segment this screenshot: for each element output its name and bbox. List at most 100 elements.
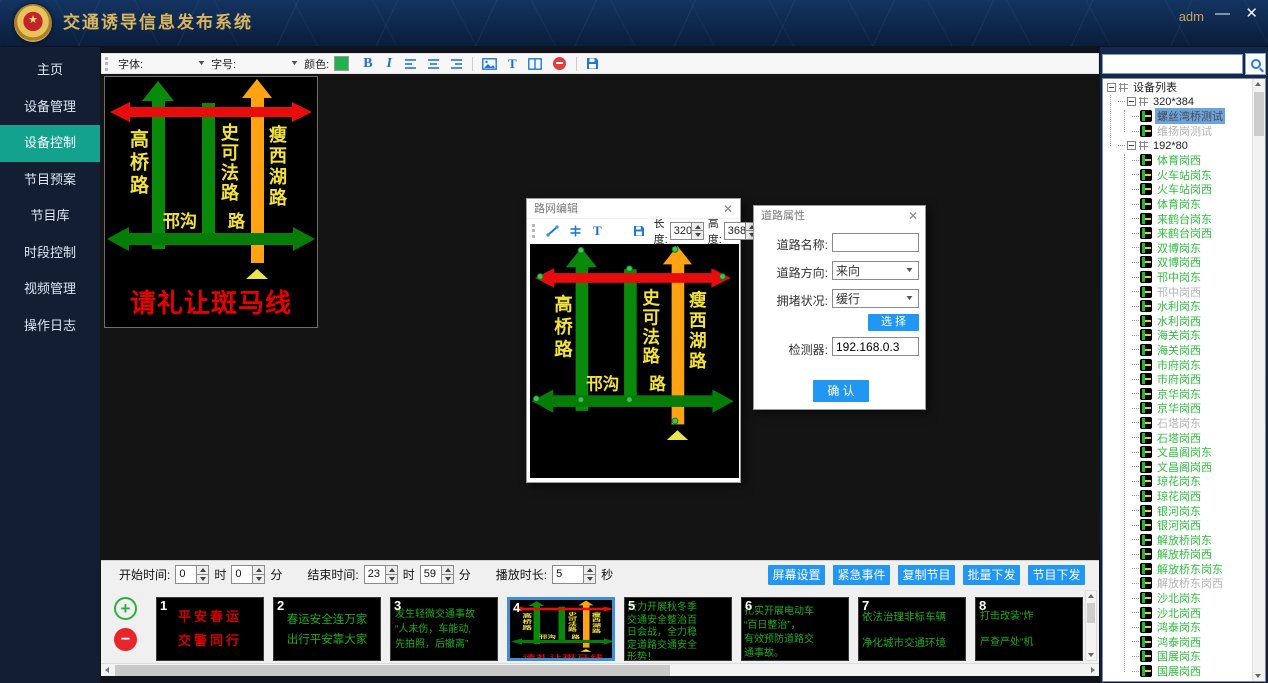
tree-device-row[interactable]: 邗中岗东 <box>1104 270 1251 285</box>
copy-program-button[interactable]: 复制节目 <box>898 565 955 585</box>
spinner-arrows[interactable] <box>691 223 703 239</box>
tree-device-row[interactable]: 海关岗东 <box>1104 328 1251 343</box>
program-send-button[interactable]: 节目下发 <box>1028 565 1085 585</box>
scroll-right-icon[interactable] <box>1086 664 1099 677</box>
sign-preview[interactable]: 高桥路 史可法路 瘦西湖路 邗沟 路 请礼让斑马线 <box>104 76 318 328</box>
tree-device-row[interactable]: 银河岗西 <box>1104 518 1251 533</box>
tree-device-row[interactable]: 解放桥岗东 <box>1104 532 1251 547</box>
tree-device-row[interactable]: 解放桥岗西 <box>1104 547 1251 562</box>
duration-spinner[interactable]: 5 <box>552 565 596 584</box>
length-spinner[interactable]: 320 <box>670 222 704 240</box>
tree-device-row[interactable]: 海关岗西 <box>1104 343 1251 358</box>
congestion-select[interactable]: 缓行 ▼ <box>832 289 919 308</box>
align-right-icon[interactable] <box>450 58 463 70</box>
playlist-vertical-scrollbar[interactable] <box>1085 590 1097 661</box>
tree-root-device-list[interactable]: 设备列表 <box>1104 80 1251 95</box>
font-family-select[interactable]: ▼ <box>145 56 207 72</box>
text-tool-button[interactable]: T <box>593 223 602 239</box>
tree-device-row[interactable]: 火车站岗西 <box>1104 182 1251 197</box>
playlist-item-6[interactable]: 6扎实开展电动车“百日整治”，有效预防道路交通事故。 <box>741 597 849 661</box>
sidebar-item-program-library[interactable]: 节目库 <box>0 198 100 235</box>
tree-device-row[interactable]: 水利岗东 <box>1104 299 1251 314</box>
tree-device-row[interactable]: 国展岗西 <box>1104 664 1251 679</box>
draw-line-icon[interactable] <box>546 225 559 237</box>
tree-device-row[interactable]: 国展岗东 <box>1104 649 1251 664</box>
font-size-select[interactable]: ▼ <box>238 56 300 72</box>
spinner-arrows[interactable] <box>385 566 397 583</box>
align-left-icon[interactable] <box>404 58 417 70</box>
road-control-point[interactable] <box>719 273 726 280</box>
scrollbar-thumb[interactable] <box>1087 603 1095 623</box>
road-name-input[interactable] <box>832 233 919 252</box>
tree-device-row[interactable]: 双博岗东 <box>1104 241 1251 256</box>
tree-device-row[interactable]: 琼花岗东 <box>1104 474 1251 489</box>
logged-in-user[interactable]: adm <box>1179 1 1204 33</box>
tree-vertical-scrollbar[interactable] <box>1252 79 1265 681</box>
spinner-arrows[interactable] <box>252 566 264 583</box>
toolbar-grip[interactable] <box>532 224 535 238</box>
insert-image-icon[interactable] <box>482 58 497 70</box>
tree-device-row[interactable]: 来鹤台岗东 <box>1104 211 1251 226</box>
road-control-point[interactable] <box>537 273 544 280</box>
tree-device-row[interactable]: 文昌阁岗西 <box>1104 459 1251 474</box>
road-control-point[interactable] <box>626 265 633 272</box>
tree-device-row[interactable]: 石塔岗西 <box>1104 430 1251 445</box>
scroll-up-icon[interactable] <box>1086 591 1096 602</box>
start-hour-spinner[interactable]: 0 <box>175 565 209 584</box>
tree-device-row[interactable]: 螺丝湾桥测试 <box>1104 109 1251 124</box>
toolbar-grip[interactable] <box>105 57 108 71</box>
end-minute-spinner[interactable]: 59 <box>420 565 454 584</box>
tree-device-row[interactable]: 体育岗东 <box>1104 197 1251 212</box>
scrollbar-thumb[interactable] <box>115 665 670 676</box>
tree-device-row[interactable]: 邗中岗西 <box>1104 284 1251 299</box>
minimize-icon[interactable]: — <box>1215 0 1230 28</box>
sidebar-item-operation-log[interactable]: 操作日志 <box>0 308 100 345</box>
playlist-item-8[interactable]: 8打击改装“炸严查严处“机 <box>975 597 1083 661</box>
length-value[interactable]: 320 <box>671 223 691 239</box>
close-icon[interactable]: ✕ <box>723 199 733 219</box>
tree-device-row[interactable]: 文昌阁岗东 <box>1104 445 1251 460</box>
tree-device-row[interactable]: 市府岗西 <box>1104 372 1251 387</box>
tree-group-320x384[interactable]: 320*384 <box>1104 95 1251 110</box>
sidebar-item-device-control[interactable]: 设备控制 <box>0 125 100 162</box>
tree-group-192x80[interactable]: 192*80 <box>1104 138 1251 153</box>
tree-device-row[interactable]: 火车站岗东 <box>1104 168 1251 183</box>
italic-button[interactable]: I <box>387 56 392 72</box>
text-tool-button[interactable]: T <box>508 56 517 72</box>
tree-device-row[interactable]: 京华岗西 <box>1104 401 1251 416</box>
end-minute-value[interactable]: 59 <box>421 566 441 583</box>
sidebar-item-video-management[interactable]: 视频管理 <box>0 271 100 308</box>
tree-device-row[interactable]: 市府岗东 <box>1104 357 1251 372</box>
tree-device-row[interactable]: 维扬岗测试 <box>1104 124 1251 139</box>
confirm-button[interactable]: 确 认 <box>813 380 869 402</box>
tree-device-row[interactable]: 沙北岗东 <box>1104 591 1251 606</box>
stop-icon[interactable] <box>553 57 566 70</box>
tree-device-row[interactable]: 体育岗西 <box>1104 153 1251 168</box>
spinner-arrows[interactable] <box>196 566 208 583</box>
playlist-item-2[interactable]: 2春运安全连万家出行平安靠大家 <box>273 597 381 661</box>
road-control-point[interactable] <box>578 247 585 254</box>
batch-send-button[interactable]: 批量下发 <box>963 565 1020 585</box>
remove-program-button[interactable]: − <box>114 628 137 651</box>
start-minute-spinner[interactable]: 0 <box>231 565 265 584</box>
road-control-point[interactable] <box>672 246 679 253</box>
start-hour-value[interactable]: 0 <box>176 566 196 583</box>
playlist-item-5[interactable]: 5大力开展秋冬季交通安全整治百日会战，全力稳定道路交通安全形势！ <box>624 597 732 661</box>
duration-value[interactable]: 5 <box>553 566 583 583</box>
close-icon[interactable]: ✕ <box>908 206 918 226</box>
close-icon[interactable]: ✕ <box>1245 0 1258 28</box>
road-control-point[interactable] <box>533 395 540 402</box>
collapse-icon[interactable] <box>1127 141 1136 150</box>
road-axis-icon[interactable] <box>569 225 582 237</box>
scroll-down-icon[interactable] <box>1086 649 1096 660</box>
sidebar-item-time-period-control[interactable]: 时段控制 <box>0 235 100 272</box>
scrollbar-thumb[interactable] <box>1254 92 1264 136</box>
road-control-point[interactable] <box>578 396 585 403</box>
road-control-point[interactable] <box>672 418 679 425</box>
spinner-arrows[interactable] <box>441 566 453 583</box>
editor-canvas[interactable]: 高桥路 史可法路 瘦西湖路 邗沟 路 请礼让斑马线 路网编辑 ✕ T <box>101 74 1099 560</box>
tree-device-row[interactable]: 鸿泰岗西 <box>1104 635 1251 650</box>
emergency-event-button[interactable]: 紧急事件 <box>833 565 890 585</box>
collapse-icon[interactable] <box>1107 83 1116 92</box>
start-minute-value[interactable]: 0 <box>232 566 252 583</box>
